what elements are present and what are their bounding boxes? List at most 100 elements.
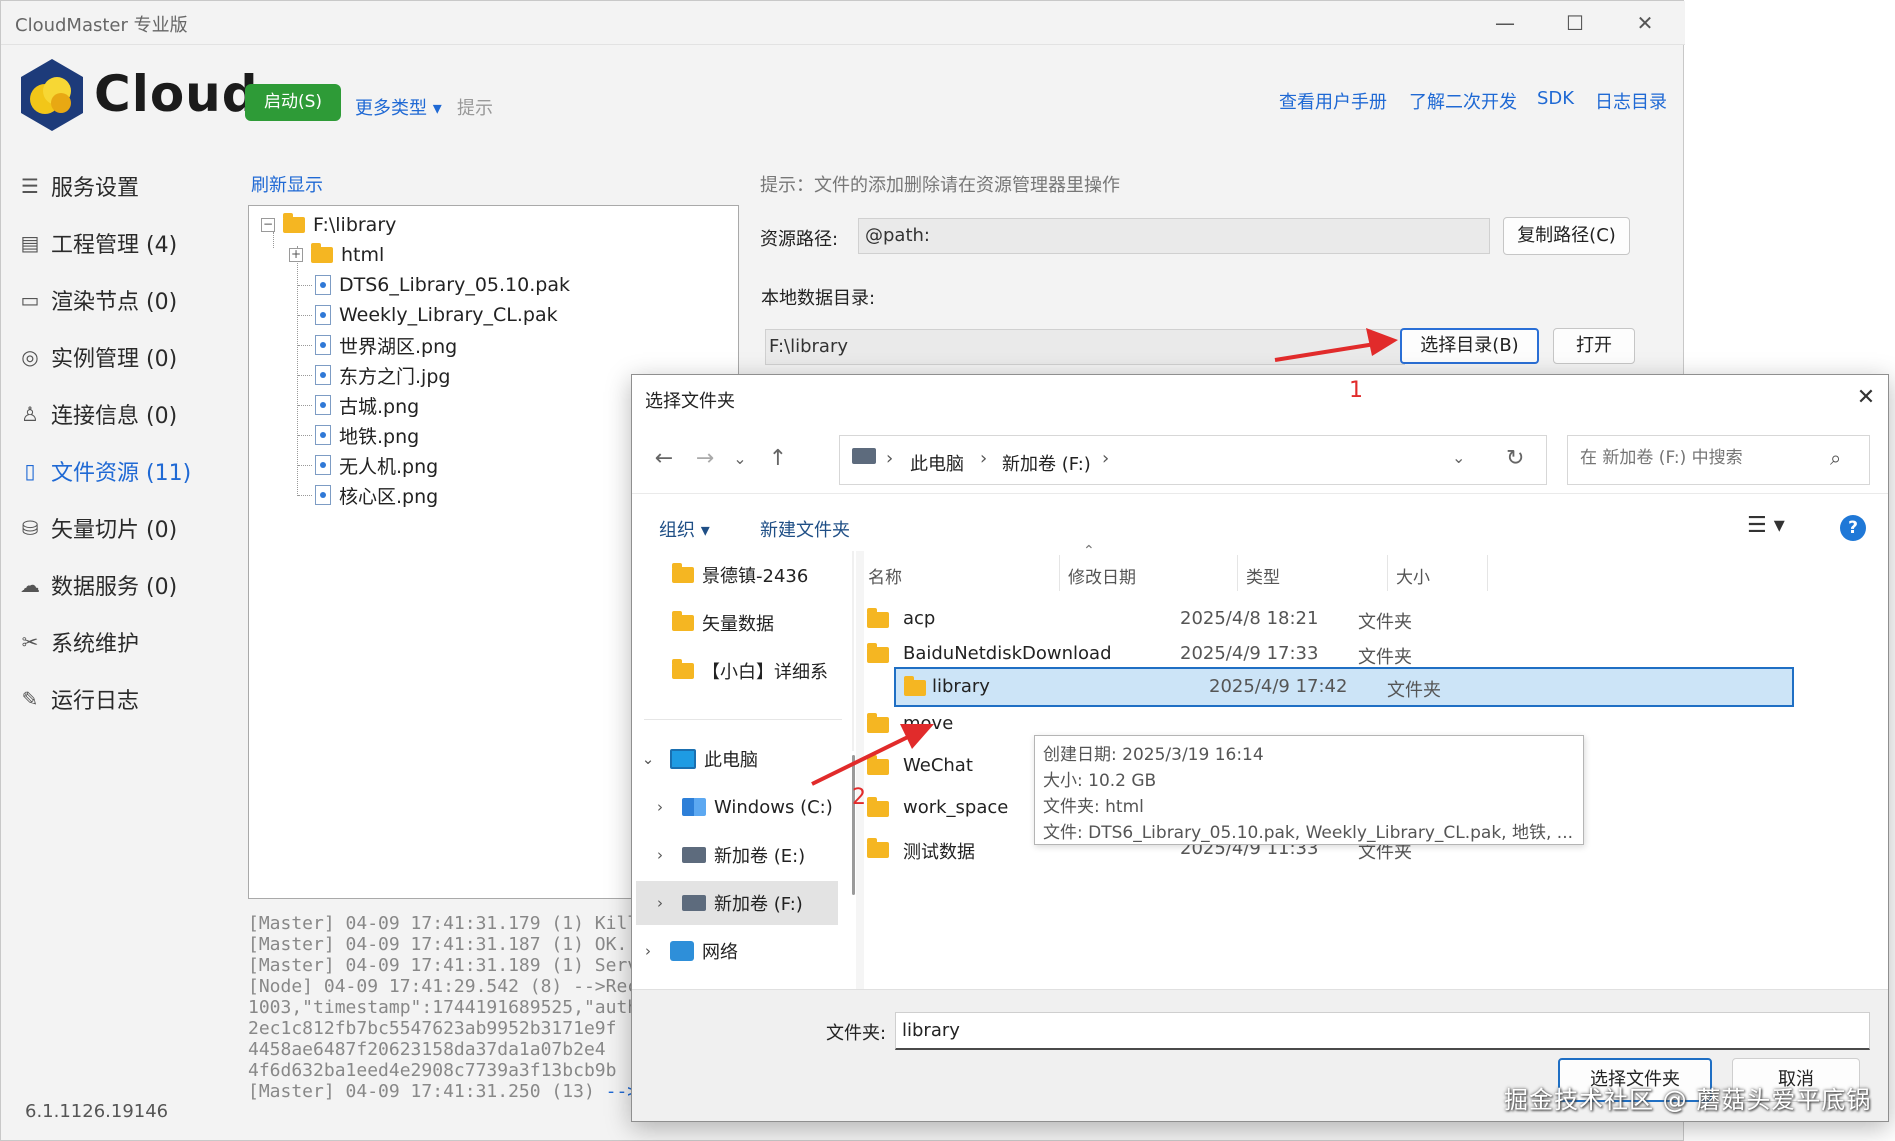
help-icon[interactable]: ? bbox=[1840, 515, 1866, 541]
user-manual-link[interactable]: 查看用户手册 bbox=[1279, 88, 1387, 114]
more-types-dropdown[interactable]: 更多类型 ▾ bbox=[355, 94, 442, 120]
version-label: 6.1.1126.19146 bbox=[25, 1101, 169, 1122]
tree-file[interactable]: 无人机.png bbox=[315, 450, 438, 480]
sidebar-item-vector-tiles[interactable]: ⛁ 矢量切片 (0) bbox=[17, 508, 178, 548]
tree-file[interactable]: 地铁.png bbox=[315, 420, 419, 450]
column-divider bbox=[1487, 555, 1488, 591]
back-arrow-icon[interactable]: ← bbox=[648, 443, 680, 475]
expand-icon[interactable]: + bbox=[289, 248, 303, 262]
collapse-icon[interactable]: − bbox=[261, 218, 275, 232]
file-row-library[interactable]: library 2025/4/9 17:42 文件夹 bbox=[894, 667, 1794, 707]
cloud-icon: ☁ bbox=[20, 573, 40, 597]
refresh-icon[interactable]: ↻ bbox=[1506, 446, 1524, 471]
settings-doc-icon: ☰ bbox=[21, 174, 39, 198]
nav-item-network[interactable]: › 网络 bbox=[638, 929, 852, 973]
search-box[interactable]: ⌕ bbox=[1567, 435, 1870, 485]
file-icon bbox=[315, 305, 331, 325]
sidebar-item-maintenance[interactable]: ✂ 系统维护 bbox=[17, 622, 139, 662]
sidebar-item-run-log[interactable]: ✎ 运行日志 bbox=[17, 679, 139, 719]
dev-guide-link[interactable]: 了解二次开发 bbox=[1409, 88, 1517, 114]
folder-icon bbox=[311, 243, 333, 263]
forward-arrow-icon[interactable]: → bbox=[689, 443, 721, 475]
folder-label: 文件夹: bbox=[826, 1023, 887, 1044]
folder-icon bbox=[867, 608, 889, 628]
folder-icon bbox=[672, 563, 694, 583]
file-icon bbox=[315, 275, 331, 295]
title-bar: CloudMaster 专业版 — ☐ ✕ bbox=[1, 1, 1685, 45]
search-icon[interactable]: ⌕ bbox=[1830, 446, 1841, 470]
resource-path-field[interactable]: @path: bbox=[858, 218, 1490, 254]
folder-icon bbox=[867, 643, 889, 663]
nav-item-folder[interactable]: 矢量数据 bbox=[672, 601, 852, 645]
dialog-close-button[interactable]: ✕ bbox=[1850, 383, 1882, 413]
file-row-acp[interactable]: acp 2025/4/8 18:21 文件夹 bbox=[853, 599, 1863, 639]
sidebar-item-projects[interactable]: ▤ 工程管理 (4) bbox=[17, 223, 178, 263]
breadcrumb-drive-f[interactable]: 新加卷 (F:) bbox=[1002, 450, 1091, 476]
file-icon: ▯ bbox=[24, 459, 36, 483]
maximize-button[interactable]: ☐ bbox=[1555, 9, 1595, 37]
folder-icon bbox=[867, 797, 889, 817]
monitor-icon: ▭ bbox=[20, 288, 40, 312]
refresh-link[interactable]: 刷新显示 bbox=[251, 171, 323, 197]
chevron-right-icon[interactable]: › bbox=[650, 846, 670, 864]
nav-divider bbox=[644, 719, 842, 720]
logo-icon bbox=[21, 59, 83, 131]
sidebar-item-connections[interactable]: ♙ 连接信息 (0) bbox=[17, 394, 177, 434]
recent-chevron-icon[interactable]: ⌄ bbox=[724, 443, 756, 475]
local-dir-field[interactable]: F:\library bbox=[765, 329, 1405, 365]
tree-file[interactable]: 古城.png bbox=[315, 390, 419, 420]
nav-item-folder[interactable]: 【小白】详细系 bbox=[672, 649, 852, 693]
address-bar[interactable]: › 此电脑 › 新加卷 (F:) › ⌄ ↻ bbox=[839, 435, 1547, 485]
sdk-link[interactable]: SDK bbox=[1537, 88, 1574, 109]
nav-item-folder[interactable]: 景德镇-2436 bbox=[672, 553, 852, 597]
chevron-right-icon[interactable]: › bbox=[650, 798, 670, 816]
address-dropdown-icon[interactable]: ⌄ bbox=[1452, 448, 1465, 467]
file-list-header: 名称 修改日期 类型 大小 bbox=[860, 551, 1888, 595]
column-size[interactable]: 大小 bbox=[1396, 563, 1430, 588]
select-dir-button[interactable]: 选择目录(B) bbox=[1400, 328, 1539, 364]
sidebar-item-service-settings[interactable]: ☰ 服务设置 bbox=[17, 166, 139, 206]
search-input[interactable] bbox=[1580, 448, 1820, 468]
tree-file[interactable]: 核心区.png bbox=[315, 480, 438, 510]
tree-file[interactable]: 东方之门.jpg bbox=[315, 360, 450, 390]
nav-item-drive-e[interactable]: › 新加卷 (E:) bbox=[650, 833, 852, 877]
nav-item-drive-f[interactable]: › 新加卷 (F:) bbox=[636, 881, 838, 925]
chevron-right-icon[interactable]: › bbox=[650, 894, 670, 912]
up-arrow-icon[interactable]: ↑ bbox=[762, 443, 794, 475]
tree-file[interactable]: 世界湖区.png bbox=[315, 330, 457, 360]
chevron-right-icon[interactable]: › bbox=[638, 942, 658, 960]
tree-file[interactable]: DTS6_Library_05.10.pak bbox=[315, 270, 570, 300]
sidebar-item-instances[interactable]: ◎ 实例管理 (0) bbox=[17, 337, 177, 377]
copy-path-button[interactable]: 复制路径(C) bbox=[1503, 217, 1630, 255]
folder-tooltip: 创建日期: 2025/3/19 16:14 大小: 10.2 GB 文件夹: h… bbox=[1034, 735, 1584, 845]
column-type[interactable]: 类型 bbox=[1246, 563, 1280, 588]
breadcrumb-this-pc[interactable]: 此电脑 bbox=[910, 450, 964, 476]
annotation-number-1: 1 bbox=[1349, 378, 1363, 403]
column-date[interactable]: 修改日期 bbox=[1068, 563, 1136, 588]
nav-item-this-pc[interactable]: ⌄ 此电脑 bbox=[638, 737, 852, 781]
close-button[interactable]: ✕ bbox=[1625, 9, 1665, 37]
sidebar-item-render-nodes[interactable]: ▭ 渲染节点 (0) bbox=[17, 280, 178, 320]
view-menu-icon[interactable]: ☰ ▾ bbox=[1747, 513, 1785, 538]
drive-icon bbox=[682, 847, 706, 863]
tree-folder-html[interactable]: + html bbox=[289, 240, 384, 270]
open-button[interactable]: 打开 bbox=[1553, 328, 1635, 364]
nav-item-drive-c[interactable]: › Windows (C:) bbox=[650, 785, 852, 829]
minimize-button[interactable]: — bbox=[1485, 9, 1525, 37]
chevron-down-icon[interactable]: ⌄ bbox=[638, 750, 658, 768]
column-name[interactable]: 名称 bbox=[868, 563, 902, 588]
pc-icon bbox=[670, 749, 696, 769]
sidebar-item-file-resources[interactable]: ▯ 文件资源 (11) bbox=[17, 451, 191, 491]
hint-link[interactable]: 提示 bbox=[457, 94, 493, 120]
log-output[interactable]: [Master] 04-09 17:41:31.179 (1) Killing … bbox=[248, 913, 633, 1109]
organize-menu[interactable]: 组织 ▾ bbox=[659, 516, 710, 542]
new-folder-button[interactable]: 新建文件夹 bbox=[760, 516, 850, 542]
database-icon: ⛁ bbox=[21, 516, 39, 540]
folder-icon bbox=[867, 713, 889, 733]
start-button[interactable]: 启动(S) bbox=[245, 84, 341, 121]
tree-root[interactable]: − F:\library bbox=[261, 210, 396, 240]
tree-file[interactable]: Weekly_Library_CL.pak bbox=[315, 300, 558, 330]
folder-name-input[interactable] bbox=[895, 1012, 1870, 1050]
log-dir-link[interactable]: 日志目录 bbox=[1595, 88, 1667, 114]
sidebar-item-data-services[interactable]: ☁ 数据服务 (0) bbox=[17, 565, 177, 605]
